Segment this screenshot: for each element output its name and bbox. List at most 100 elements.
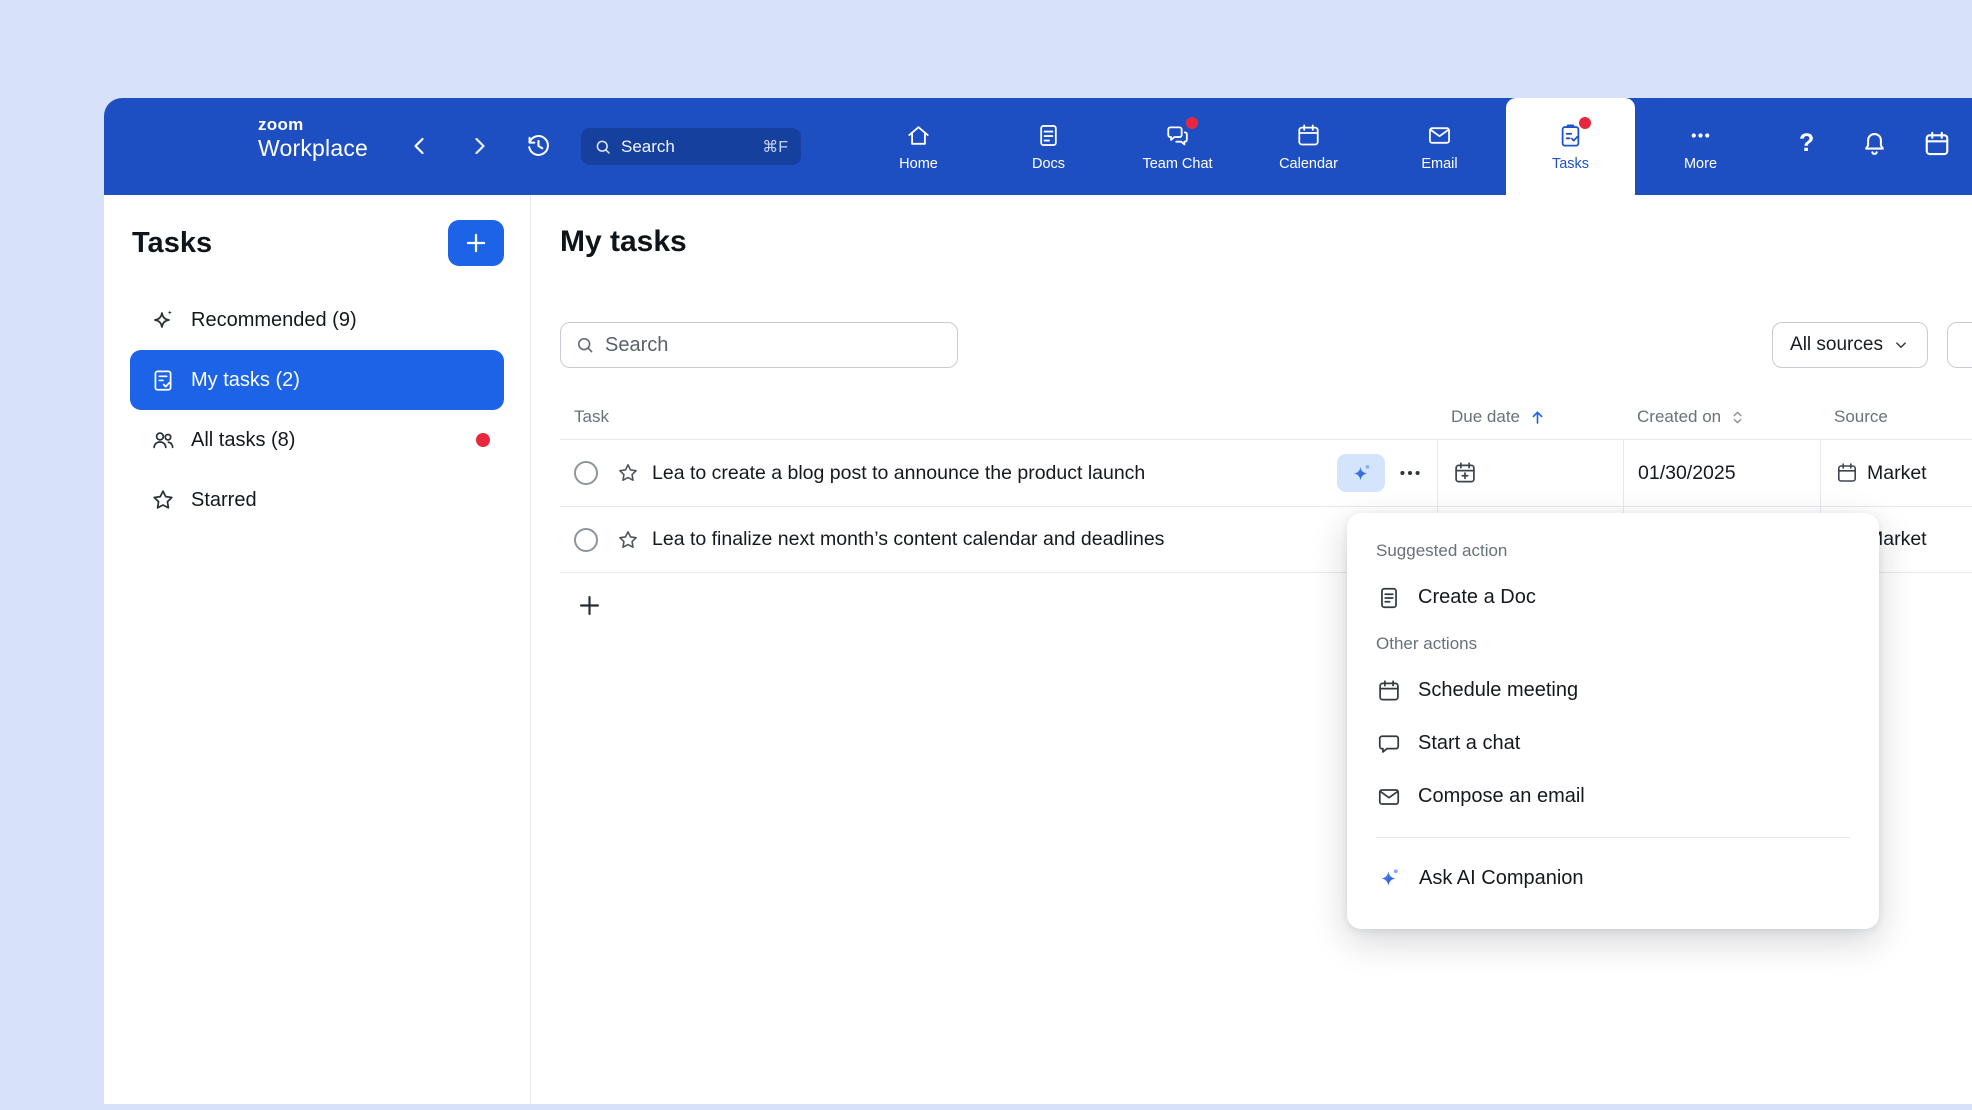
add-task-button[interactable] bbox=[576, 592, 603, 619]
sources-filter[interactable]: All sources bbox=[1772, 322, 1928, 368]
task-title: Lea to create a blog post to announce th… bbox=[652, 462, 1145, 485]
ai-action-menu: Suggested action Create a Doc Other acti… bbox=[1347, 513, 1879, 929]
ai-companion-action-button[interactable] bbox=[1337, 454, 1385, 492]
ai-sparkle-icon bbox=[1349, 461, 1374, 486]
envelope-icon bbox=[1376, 784, 1402, 810]
nav-calendar[interactable]: Calendar bbox=[1244, 98, 1373, 195]
global-search-shortcut: ⌘F bbox=[762, 137, 788, 157]
complete-task-radio[interactable] bbox=[574, 528, 598, 552]
screen: zoom Workplace Search ⌘F bbox=[0, 0, 1972, 1110]
sidebar-item-all-tasks[interactable]: All tasks (8) bbox=[130, 410, 504, 470]
toolbar: All sources bbox=[531, 322, 1972, 368]
clipped-control[interactable] bbox=[1947, 322, 1972, 368]
calendar-panel-button[interactable] bbox=[1922, 129, 1952, 159]
chat-bubble-icon bbox=[1376, 731, 1402, 757]
top-bar: zoom Workplace Search ⌘F bbox=[104, 98, 1972, 195]
menu-item-compose-email[interactable]: Compose an email bbox=[1347, 770, 1879, 823]
star-icon[interactable] bbox=[616, 528, 640, 552]
task-search-input[interactable] bbox=[605, 334, 943, 357]
sidebar-item-label: Recommended (9) bbox=[191, 309, 357, 332]
calendar-icon bbox=[1295, 122, 1322, 149]
nav-docs[interactable]: Docs bbox=[984, 98, 1113, 195]
my-tasks-icon bbox=[150, 367, 176, 393]
nav-email[interactable]: Email bbox=[1375, 98, 1504, 195]
sort-icon bbox=[1729, 409, 1746, 426]
plus-icon bbox=[576, 592, 603, 619]
doc-icon bbox=[1376, 585, 1402, 611]
more-icon bbox=[1687, 122, 1714, 149]
menu-item-ask-ai-companion[interactable]: Ask AI Companion bbox=[1347, 852, 1879, 905]
task-title: Lea to finalize next month’s content cal… bbox=[652, 528, 1164, 551]
due-date-cell[interactable] bbox=[1437, 440, 1623, 506]
created-on-cell: 01/30/2025 bbox=[1623, 440, 1820, 506]
task-search[interactable] bbox=[560, 322, 958, 368]
page-title: My tasks bbox=[560, 225, 687, 259]
team-chat-badge bbox=[1186, 117, 1198, 129]
chevron-right-icon bbox=[467, 134, 491, 158]
docs-icon bbox=[1035, 122, 1062, 149]
calendar-icon bbox=[1376, 678, 1402, 704]
sidebar-title: Tasks bbox=[132, 227, 212, 260]
history-icon bbox=[524, 131, 553, 160]
source-label: Market bbox=[1867, 462, 1927, 485]
tasks-sidebar: Tasks Recommended (9) My tasks (2) bbox=[104, 195, 531, 1104]
sparkle-icon bbox=[150, 307, 176, 333]
calendar-add-icon bbox=[1452, 460, 1478, 486]
menu-divider bbox=[1376, 837, 1850, 838]
forward-button[interactable] bbox=[467, 134, 491, 158]
global-search-label: Search bbox=[621, 137, 753, 157]
menu-section-label: Suggested action bbox=[1347, 531, 1879, 571]
nav-tasks[interactable]: Tasks bbox=[1506, 98, 1635, 195]
star-icon[interactable] bbox=[616, 461, 640, 485]
menu-item-schedule-meeting[interactable]: Schedule meeting bbox=[1347, 664, 1879, 717]
help-button[interactable]: ? bbox=[1799, 129, 1814, 158]
menu-item-create-doc[interactable]: Create a Doc bbox=[1347, 571, 1879, 624]
ellipsis-icon bbox=[1397, 460, 1423, 486]
task-cell: Lea to create a blog post to announce th… bbox=[560, 440, 1437, 506]
source-cell[interactable]: Market bbox=[1820, 440, 1972, 506]
bell-icon bbox=[1860, 129, 1889, 158]
calendar-panel-icon bbox=[1922, 129, 1952, 159]
menu-item-start-chat[interactable]: Start a chat bbox=[1347, 717, 1879, 770]
sidebar-item-label: Starred bbox=[191, 489, 257, 512]
back-button[interactable] bbox=[408, 134, 432, 158]
sidebar-item-my-tasks[interactable]: My tasks (2) bbox=[130, 350, 504, 410]
table-header: Task Due date Created on bbox=[560, 395, 1972, 439]
sidebar-item-recommended[interactable]: Recommended (9) bbox=[130, 290, 504, 350]
unread-dot bbox=[476, 433, 490, 447]
notifications-button[interactable] bbox=[1860, 129, 1889, 158]
zoom-workplace-logo: zoom Workplace bbox=[258, 115, 368, 161]
sort-ascending-icon bbox=[1528, 408, 1547, 427]
sidebar-item-label: My tasks (2) bbox=[191, 369, 300, 392]
logo-zoom-text: zoom bbox=[258, 115, 368, 135]
source-calendar-icon bbox=[1835, 461, 1859, 485]
history-button[interactable] bbox=[524, 131, 553, 160]
tasks-badge bbox=[1579, 117, 1591, 129]
sidebar-item-label: All tasks (8) bbox=[191, 429, 295, 452]
search-icon bbox=[594, 138, 612, 156]
nav-home[interactable]: Home bbox=[854, 98, 983, 195]
task-cell: Lea to finalize next month’s content cal… bbox=[560, 507, 1437, 572]
column-due-date[interactable]: Due date bbox=[1437, 395, 1623, 439]
nav-more[interactable]: More bbox=[1636, 98, 1765, 195]
logo-workplace-text: Workplace bbox=[258, 135, 368, 161]
chevron-down-icon bbox=[1892, 336, 1910, 354]
sidebar-item-starred[interactable]: Starred bbox=[130, 470, 504, 530]
new-task-button[interactable] bbox=[448, 220, 504, 266]
search-icon bbox=[575, 335, 595, 355]
global-search[interactable]: Search ⌘F bbox=[581, 128, 801, 165]
help-icon: ? bbox=[1799, 129, 1814, 157]
task-row: Lea to create a blog post to announce th… bbox=[560, 439, 1972, 506]
chevron-left-icon bbox=[408, 134, 432, 158]
people-icon bbox=[150, 427, 176, 453]
menu-section-label: Other actions bbox=[1347, 624, 1879, 664]
tasks-icon bbox=[1557, 122, 1584, 149]
column-source[interactable]: Source bbox=[1820, 395, 1972, 439]
nav-team-chat[interactable]: Team Chat bbox=[1113, 98, 1242, 195]
column-created-on[interactable]: Created on bbox=[1623, 395, 1820, 439]
complete-task-radio[interactable] bbox=[574, 461, 598, 485]
column-task[interactable]: Task bbox=[560, 395, 1437, 439]
email-icon bbox=[1426, 122, 1453, 149]
row-more-button[interactable] bbox=[1397, 460, 1423, 486]
team-chat-icon bbox=[1164, 122, 1191, 149]
